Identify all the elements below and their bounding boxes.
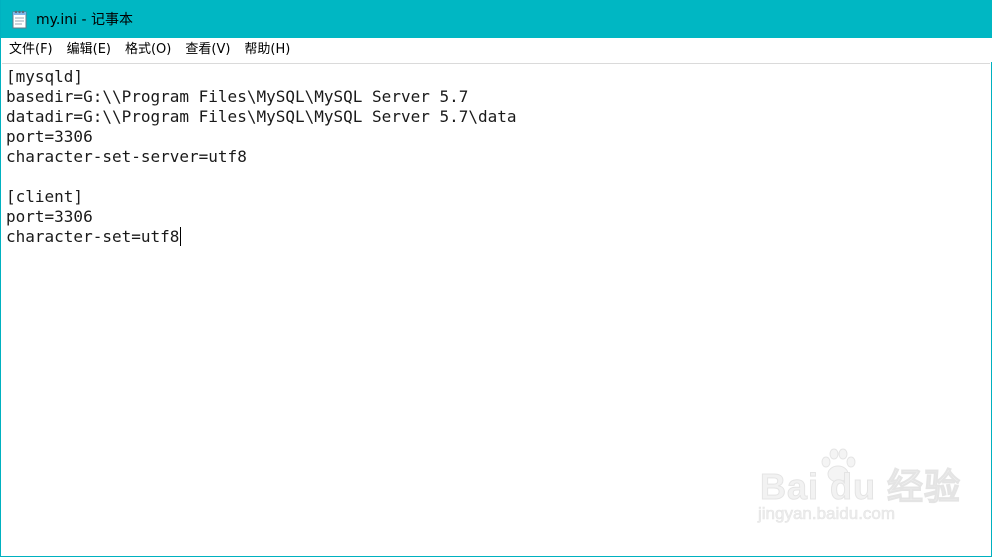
menu-file[interactable]: 文件(F)	[1, 39, 60, 61]
editor-line: [client]	[6, 187, 84, 206]
text-editor-area[interactable]: [mysqld] basedir=G:\\Program Files\MySQL…	[2, 63, 990, 556]
editor-line: port=3306	[6, 127, 93, 146]
watermark-url: jingyan.baidu.com	[758, 504, 896, 524]
editor-line: basedir=G:\\Program Files\MySQL\MySQL Se…	[6, 87, 469, 106]
watermark-brand: Bai du 经验	[759, 466, 962, 508]
title-bar[interactable]: my.ini - 记事本	[1, 0, 992, 38]
baidu-watermark: Bai du 经验 jingyan.baidu.com	[758, 444, 961, 534]
editor-content[interactable]: [mysqld] basedir=G:\\Program Files\MySQL…	[2, 64, 990, 247]
notepad-window: my.ini - 记事本 文件(F) 编辑(E) 格式(O) 查看(V) 帮助(…	[0, 0, 992, 557]
text-caret	[180, 227, 182, 246]
editor-line: datadir=G:\\Program Files\MySQL\MySQL Se…	[6, 107, 517, 126]
menu-bar: 文件(F) 编辑(E) 格式(O) 查看(V) 帮助(H)	[1, 38, 992, 62]
menu-edit[interactable]: 编辑(E)	[60, 39, 118, 61]
editor-line: character-set=utf8	[6, 227, 180, 246]
editor-line: port=3306	[6, 207, 93, 226]
notepad-icon	[11, 9, 29, 29]
menu-help[interactable]: 帮助(H)	[237, 39, 297, 61]
editor-line: character-set-server=utf8	[6, 147, 247, 166]
menu-view[interactable]: 查看(V)	[178, 39, 237, 61]
menu-format[interactable]: 格式(O)	[118, 39, 178, 61]
window-title: my.ini - 记事本	[36, 12, 133, 28]
editor-line: [mysqld]	[6, 67, 84, 86]
paw-icon	[821, 448, 856, 483]
